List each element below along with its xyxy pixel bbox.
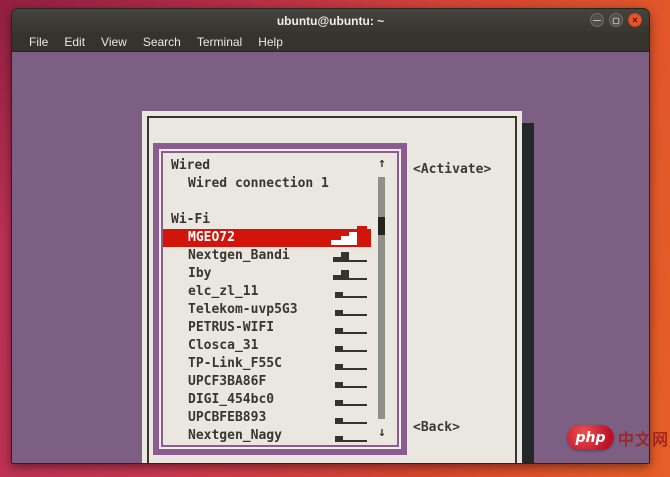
network-name: Wired connection 1 xyxy=(188,176,329,191)
signal-strength-icon xyxy=(331,175,369,193)
menu-item-search[interactable]: Search xyxy=(135,35,189,49)
close-icon: ✕ xyxy=(631,15,639,25)
signal-strength-icon xyxy=(331,337,369,355)
watermark-text: 中文网 xyxy=(618,429,670,449)
signal-strength-icon xyxy=(331,427,369,445)
network-name: UPCBFEB893 xyxy=(188,410,267,425)
network-list-item[interactable]: DIGI_454bc0 xyxy=(163,391,397,409)
network-name: Iby xyxy=(188,266,212,281)
watermark: php 中文网 xyxy=(567,425,669,450)
scrollbar-track[interactable] xyxy=(378,177,385,419)
network-name: elc_zl_11 xyxy=(188,284,259,299)
network-list-item[interactable]: TP-Link_F55C xyxy=(163,355,397,373)
maximize-icon: ▢ xyxy=(612,15,620,25)
close-button[interactable]: ✕ xyxy=(628,13,642,27)
network-name: DIGI_454bc0 xyxy=(188,392,275,407)
network-list-item[interactable]: Closca_31 xyxy=(163,337,397,355)
network-name: Wired xyxy=(171,158,211,173)
signal-strength-icon xyxy=(331,391,369,409)
menu-item-help[interactable]: Help xyxy=(250,35,291,49)
network-list-item[interactable]: UPCF3BA86F xyxy=(163,373,397,391)
menu-item-file[interactable]: File xyxy=(21,35,56,49)
network-list-item[interactable]: PETRUS-WIFI xyxy=(163,319,397,337)
signal-strength-icon xyxy=(331,301,369,319)
minimize-icon: — xyxy=(593,15,601,25)
signal-strength-icon xyxy=(331,283,369,301)
signal-strength-icon xyxy=(331,355,369,373)
network-name: Closca_31 xyxy=(188,338,259,353)
php-logo: php xyxy=(567,425,614,450)
network-name: UPCF3BA86F xyxy=(188,374,267,389)
signal-strength-icon xyxy=(331,319,369,337)
nmtui-dialog: Wired Wired connection 1 Wi-Fi MGEO72 Nextge… xyxy=(142,111,522,463)
network-list-item[interactable]: Wired connection 1 xyxy=(163,175,397,193)
network-list-item[interactable]: UPCBFEB893 xyxy=(163,409,397,427)
network-list: Wired Wired connection 1 Wi-Fi MGEO72 Nextge… xyxy=(163,157,397,445)
network-list-item[interactable]: Nextgen_Bandi xyxy=(163,247,397,265)
menu-item-terminal[interactable]: Terminal xyxy=(189,35,250,49)
scrollbar-thumb[interactable] xyxy=(378,217,385,235)
window-title: ubuntu@ubuntu: ~ xyxy=(276,13,385,28)
terminal-window: ubuntu@ubuntu: ~ — ▢ ✕ File Edit View Search T… xyxy=(11,8,650,464)
network-list-frame: Wired Wired connection 1 Wi-Fi MGEO72 Nextge… xyxy=(153,143,407,455)
network-name: TP-Link_F55C xyxy=(188,356,282,371)
signal-strength-icon xyxy=(331,226,369,247)
activate-button[interactable]: <Activate> xyxy=(413,162,491,177)
network-name: Telekom-uvp5G3 xyxy=(188,302,298,317)
signal-strength-icon xyxy=(331,265,369,283)
scroll-down-icon[interactable]: ↓ xyxy=(375,425,389,440)
menu-item-view[interactable]: View xyxy=(93,35,135,49)
network-list-item[interactable]: Iby xyxy=(163,265,397,283)
window-titlebar[interactable]: ubuntu@ubuntu: ~ — ▢ ✕ xyxy=(12,9,649,32)
signal-strength-icon xyxy=(331,247,369,265)
menu-item-edit[interactable]: Edit xyxy=(56,35,93,49)
terminal-viewport[interactable]: Wired Wired connection 1 Wi-Fi MGEO72 Nextge… xyxy=(12,52,649,463)
window-controls: — ▢ ✕ xyxy=(590,13,642,27)
network-list-item[interactable]: Telekom-uvp5G3 xyxy=(163,301,397,319)
minimize-button[interactable]: — xyxy=(590,13,604,27)
network-name: Nextgen_Bandi xyxy=(188,248,290,263)
back-button[interactable]: <Back> xyxy=(413,420,460,435)
maximize-button[interactable]: ▢ xyxy=(609,13,623,27)
signal-strength-icon xyxy=(331,373,369,391)
network-name: MGEO72 xyxy=(188,230,235,245)
signal-strength-icon xyxy=(331,409,369,427)
network-list-item[interactable]: MGEO72 xyxy=(163,226,371,247)
menu-bar: File Edit View Search Terminal Help xyxy=(12,32,649,52)
network-group-label: Wired xyxy=(163,157,397,175)
network-name: Nextgen_Nagy xyxy=(188,428,282,443)
network-name: PETRUS-WIFI xyxy=(188,320,275,335)
desktop: ubuntu@ubuntu: ~ — ▢ ✕ File Edit View Search T… xyxy=(0,0,670,477)
network-list-item[interactable]: Nextgen_Nagy xyxy=(163,427,397,445)
network-list-area: Wired Wired connection 1 Wi-Fi MGEO72 Nextge… xyxy=(163,153,397,445)
network-name: Wi-Fi xyxy=(171,212,211,227)
scroll-up-icon[interactable]: ↑ xyxy=(375,156,389,171)
network-list-item[interactable]: elc_zl_11 xyxy=(163,283,397,301)
